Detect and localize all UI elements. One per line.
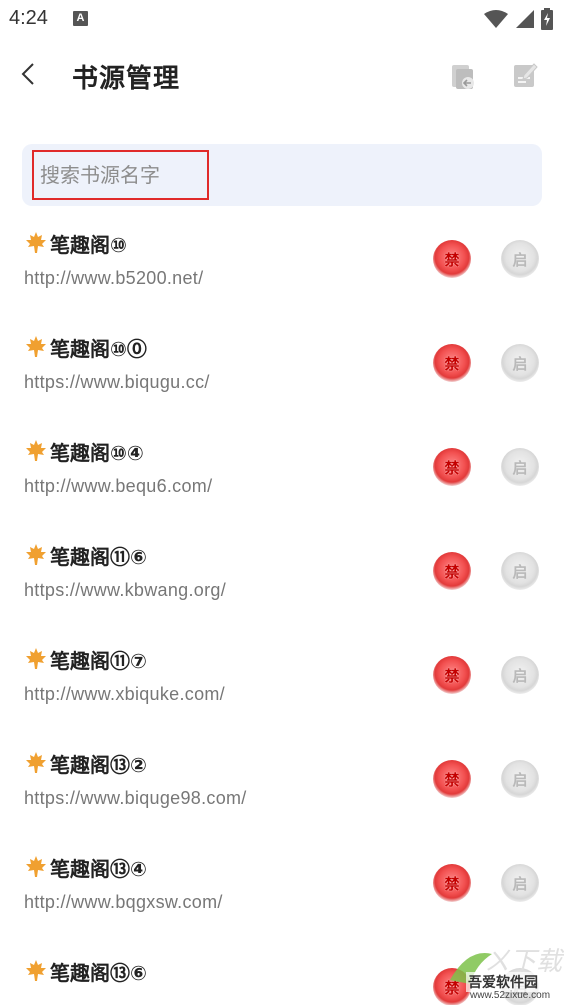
disable-source-button[interactable]: 禁: [433, 864, 471, 902]
back-arrow-icon: [21, 63, 34, 85]
signal-icon: [516, 10, 534, 28]
maple-leaf-icon: [26, 544, 46, 565]
disable-source-button[interactable]: 禁: [433, 760, 471, 798]
source-url: https://www.biquge98.com/: [24, 788, 247, 808]
maple-leaf-icon: [26, 752, 46, 773]
enable-source-button[interactable]: 启: [501, 344, 539, 382]
source-name: 笔趣阁⑩⓪: [50, 336, 147, 361]
source-title-row: 笔趣阁⑪⑦: [24, 644, 147, 674]
source-title-row: 笔趣阁⑩④: [24, 436, 144, 466]
enable-source-label: 启: [512, 770, 528, 789]
disable-source-label: 禁: [444, 354, 460, 373]
disable-source-label: 禁: [444, 458, 460, 477]
source-list-item[interactable]: 笔趣阁⑩⓪ https://www.biqugu.cc/禁 启: [0, 326, 565, 430]
status-time: 4:24: [9, 7, 48, 29]
source-url: https://www.kbwang.org/: [24, 580, 226, 600]
edit-icon: [514, 63, 538, 87]
enable-source-button[interactable]: 启: [501, 864, 539, 902]
disable-source-label: 禁: [444, 874, 460, 893]
disable-source-label: 禁: [444, 250, 460, 269]
disable-source-button[interactable]: 禁: [433, 344, 471, 382]
source-url: http://www.xbiquke.com/: [24, 684, 225, 704]
maple-leaf-icon: [26, 960, 46, 981]
source-url: http://www.b5200.net/: [24, 268, 204, 288]
enable-source-button[interactable]: 启: [501, 552, 539, 590]
source-title-row: 笔趣阁⑪⑥: [24, 540, 147, 570]
source-name: 笔趣阁⑩④: [50, 440, 144, 465]
disable-source-label: 禁: [444, 770, 460, 789]
disable-source-button[interactable]: 禁: [433, 552, 471, 590]
source-title-row: 笔趣阁⑬④: [24, 852, 147, 882]
import-button[interactable]: [446, 60, 480, 94]
source-list-item[interactable]: 笔趣阁⑬④ http://www.bqgxsw.com/禁 启: [0, 846, 565, 950]
maple-leaf-icon: [26, 440, 46, 461]
source-list-item[interactable]: 笔趣阁⑪⑥ https://www.kbwang.org/禁 启: [0, 534, 565, 638]
maple-leaf-icon: [26, 336, 46, 357]
disable-source-button[interactable]: 禁: [433, 656, 471, 694]
enable-source-label: 启: [512, 874, 528, 893]
enable-source-button[interactable]: 启: [501, 448, 539, 486]
source-title-row: 笔趣阁⑬②: [24, 748, 147, 778]
enable-source-label: 启: [512, 458, 528, 477]
status-icons: [483, 8, 553, 30]
enable-source-button[interactable]: 启: [501, 760, 539, 798]
status-bar: 4:24 A: [0, 0, 565, 38]
app-bar: 书源管理: [0, 38, 565, 112]
disable-source-label: 禁: [444, 562, 460, 581]
maple-leaf-icon: [26, 648, 46, 669]
source-list-item[interactable]: 笔趣阁⑩④ http://www.bequ6.com/禁 启: [0, 430, 565, 534]
source-list-item[interactable]: 笔趣阁⑩ http://www.b5200.net/禁 启: [0, 222, 565, 326]
source-title-row: 笔趣阁⑩: [24, 228, 127, 258]
enable-source-button[interactable]: 启: [501, 656, 539, 694]
battery-icon: [541, 8, 553, 30]
source-name: 笔趣阁⑩: [50, 232, 127, 257]
source-name: 笔趣阁⑬④: [50, 856, 147, 881]
source-list-item[interactable]: 笔趣阁⑪⑦ http://www.xbiquke.com/禁 启: [0, 638, 565, 742]
enable-source-label: 启: [512, 354, 528, 373]
source-list-item[interactable]: 笔趣阁⑬② https://www.biquge98.com/禁 启: [0, 742, 565, 846]
source-url: http://www.bqgxsw.com/: [24, 892, 223, 912]
disable-source-label: 禁: [444, 666, 460, 685]
source-name: 笔趣阁⑪⑥: [50, 544, 147, 569]
source-url: http://www.bequ6.com/: [24, 476, 213, 496]
source-name: 笔趣阁⑪⑦: [50, 648, 147, 673]
disable-source-button[interactable]: 禁: [433, 448, 471, 486]
edit-button[interactable]: [508, 58, 542, 92]
search-box: [22, 144, 542, 206]
enable-source-label: 启: [512, 666, 528, 685]
source-url: https://www.biqugu.cc/: [24, 372, 210, 392]
disable-source-button[interactable]: 禁: [433, 240, 471, 278]
watermark-url: www.52zixue.com: [470, 990, 551, 1001]
import-icon: [452, 65, 474, 89]
watermark-text: 吾爱软件园: [466, 972, 540, 992]
source-name: 笔趣阁⑬②: [50, 752, 147, 777]
back-button[interactable]: [10, 56, 46, 92]
wifi-icon: [484, 10, 508, 28]
search-input[interactable]: [32, 150, 209, 200]
source-title-row: 笔趣阁⑬⑥: [24, 956, 147, 986]
enable-source-label: 启: [512, 562, 528, 581]
source-list: 笔趣阁⑩ http://www.b5200.net/禁启笔趣阁⑩⓪ https://…: [0, 222, 565, 1005]
source-title-row: 笔趣阁⑩⓪: [24, 332, 147, 362]
maple-leaf-icon: [26, 232, 46, 253]
enable-source-button[interactable]: 启: [501, 240, 539, 278]
enable-source-label: 启: [512, 250, 528, 269]
maple-leaf-icon: [26, 856, 46, 877]
page-title: 书源管理: [72, 64, 181, 94]
notification-badge-icon: A: [73, 11, 88, 26]
source-name: 笔趣阁⑬⑥: [50, 960, 147, 985]
